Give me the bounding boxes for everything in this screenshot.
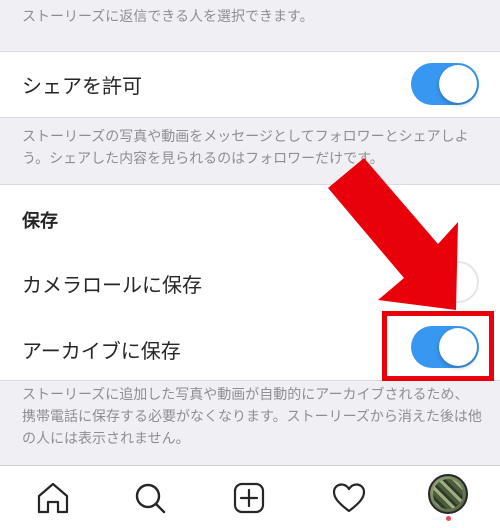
highlight-box-annotation: [382, 311, 494, 381]
share-label: シェアを許可: [22, 74, 142, 98]
reply-description: ストーリーズに返信できる人を選択できます。: [22, 9, 314, 25]
toggle-knob: [439, 65, 477, 103]
heart-icon[interactable]: [329, 478, 369, 518]
avatar-image: [433, 479, 463, 509]
camera-roll-label: カメラロールに保存: [22, 273, 202, 297]
archive-description: ストーリーズに追加した写真や動画が自動的にアーカイブされるため、携帯電話に保存す…: [22, 387, 482, 447]
home-icon[interactable]: [33, 478, 73, 518]
top-info-section: ストーリーズに返信できる人を選択できます。: [0, 0, 500, 51]
notification-dot: [446, 516, 451, 521]
archive-label: アーカイブに保存: [22, 339, 181, 363]
profile-avatar[interactable]: [428, 474, 468, 514]
share-row[interactable]: シェアを許可: [0, 52, 500, 117]
share-toggle[interactable]: [411, 63, 479, 105]
bottom-tab-bar: [0, 465, 500, 528]
save-section-header: 保存: [22, 211, 58, 232]
search-icon[interactable]: [130, 478, 170, 518]
new-post-icon[interactable]: [229, 478, 269, 518]
archive-info-section: ストーリーズに追加した写真や動画が自動的にアーカイブされるため、携帯電話に保存す…: [0, 381, 500, 465]
